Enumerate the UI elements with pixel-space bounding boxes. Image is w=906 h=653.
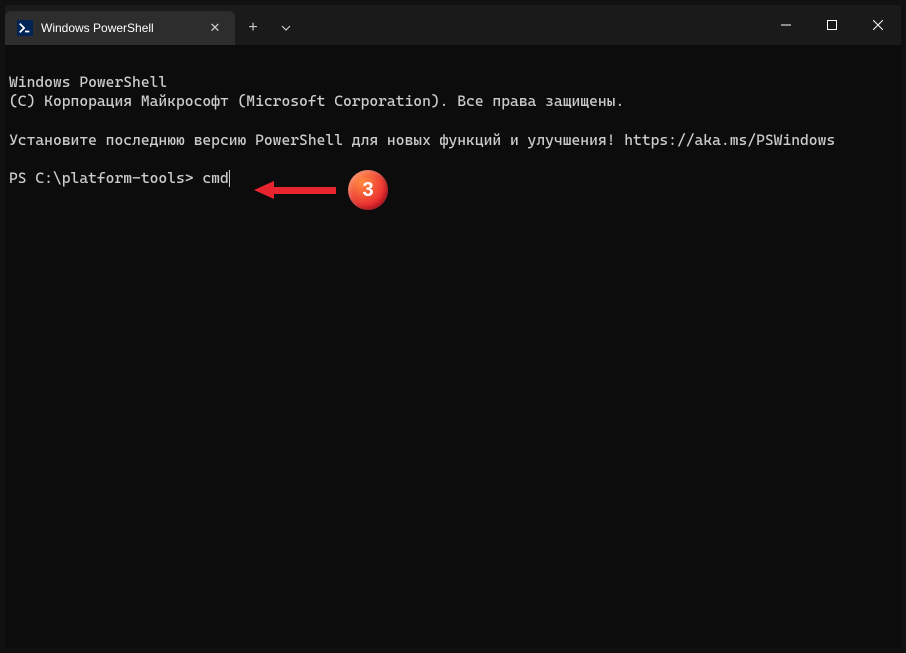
tab-close-button[interactable]: ✕: [203, 16, 227, 40]
close-button[interactable]: [855, 5, 901, 45]
tab-title: Windows PowerShell: [41, 21, 195, 35]
titlebar-drag-area[interactable]: [301, 5, 763, 45]
terminal-output-line: (C) Корпорация Майкрософт (Microsoft Cor…: [9, 92, 624, 110]
cursor: [229, 170, 230, 187]
window-controls: [763, 5, 901, 45]
powershell-icon: [17, 20, 33, 36]
tab-dropdown-button[interactable]: [271, 11, 301, 45]
titlebar[interactable]: Windows PowerShell ✕ +: [5, 5, 901, 45]
prompt-line: PS C:\platform-tools> cmd: [9, 169, 897, 189]
prompt-text: PS C:\platform-tools>: [9, 169, 202, 187]
terminal-window: Windows PowerShell ✕ + Windows PowerShel…: [0, 0, 906, 653]
terminal-output-line: Установите последнюю версию PowerShell д…: [9, 131, 835, 149]
terminal-body[interactable]: Windows PowerShell (C) Корпорация Майкро…: [5, 45, 901, 648]
active-tab[interactable]: Windows PowerShell ✕: [5, 11, 235, 45]
new-tab-button[interactable]: +: [235, 11, 271, 45]
command-input[interactable]: cmd: [202, 169, 228, 187]
maximize-button[interactable]: [809, 5, 855, 45]
minimize-button[interactable]: [763, 5, 809, 45]
terminal-output-line: Windows PowerShell: [9, 73, 167, 91]
